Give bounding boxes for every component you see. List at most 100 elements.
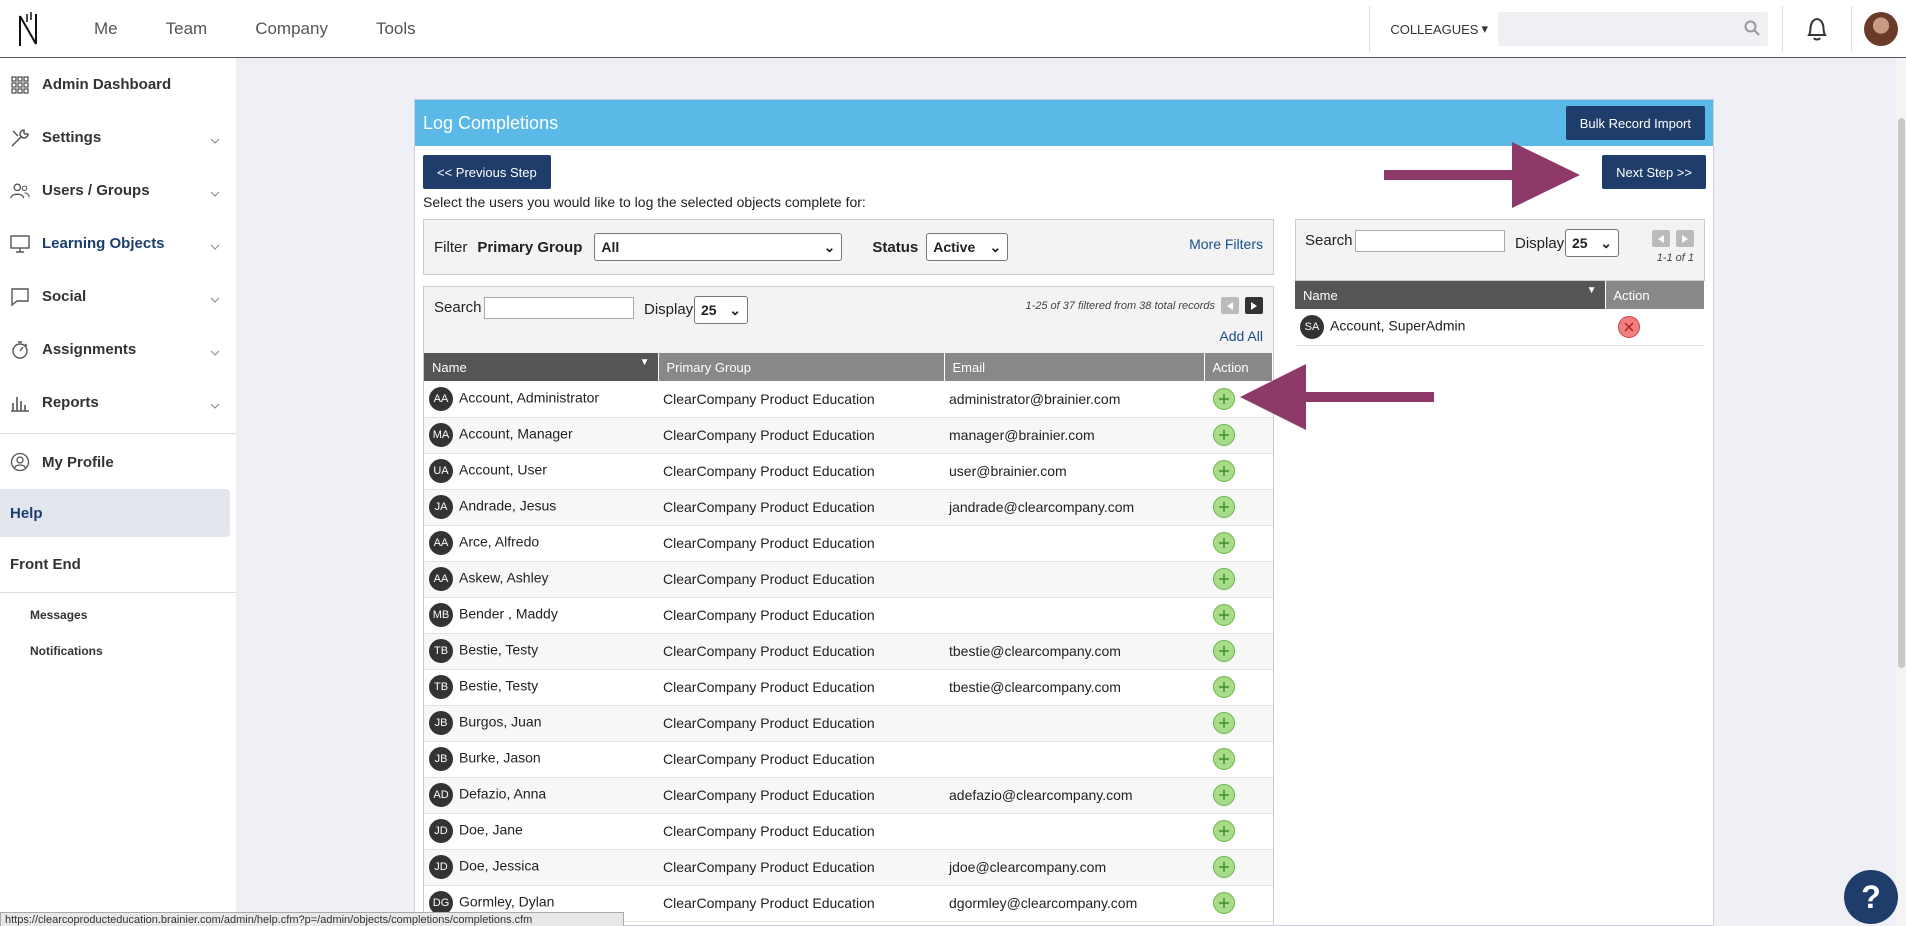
bell-icon: [1807, 17, 1827, 41]
primary-group: ClearCompany Product Education: [663, 427, 875, 443]
plus-icon: [1219, 502, 1229, 512]
colleagues-dropdown[interactable]: COLLEAGUES ▾: [1370, 21, 1498, 37]
bulk-record-import-button[interactable]: Bulk Record Import: [1565, 106, 1705, 140]
primary-group-select[interactable]: All ⌄: [594, 233, 843, 261]
cell-name: JA Andrade, Jesus: [424, 489, 658, 526]
add-user-button[interactable]: [1213, 387, 1235, 410]
cell-primary-group: ClearCompany Product Education: [658, 741, 944, 778]
help-fab-button[interactable]: ?: [1844, 870, 1898, 924]
avatar-initials: MB: [429, 603, 453, 627]
status-select[interactable]: Active ⌄: [926, 233, 1009, 261]
previous-step-button[interactable]: << Previous Step: [423, 155, 551, 189]
column-header-email[interactable]: Email: [944, 353, 1205, 381]
next-page-button[interactable]: [1245, 297, 1263, 314]
available-display-select[interactable]: 25 ⌄: [694, 296, 748, 324]
more-filters-link[interactable]: More Filters: [1189, 236, 1263, 252]
cell-email: jandrade@clearcompany.com: [944, 489, 1204, 526]
sidebar-item-learning-objects[interactable]: Learning Objects: [0, 217, 236, 270]
cell-action: [1204, 813, 1273, 850]
select-arrow-icon: ⌄: [1600, 234, 1612, 251]
sidebar-item-my-profile[interactable]: My Profile: [0, 438, 236, 486]
add-user-button[interactable]: [1213, 892, 1235, 914]
add-user-button[interactable]: [1213, 604, 1235, 626]
sidebar-item-social[interactable]: Social: [0, 270, 236, 323]
user-avatar[interactable]: [1864, 12, 1898, 46]
cell-email: [944, 741, 1204, 778]
cell-name: AA Askew, Ashley: [424, 561, 658, 598]
filter-label: Filter: [434, 238, 468, 256]
primary-group: ClearCompany Product Education: [663, 895, 875, 911]
user-name: Bestie, Testy: [459, 641, 539, 658]
brand-logo[interactable]: [6, 0, 50, 58]
cell-action: [1204, 669, 1273, 706]
add-user-button[interactable]: [1213, 496, 1235, 518]
cell-email: [944, 561, 1204, 598]
column-header-name[interactable]: Name ▼: [424, 353, 659, 381]
nav-company[interactable]: Company: [231, 19, 352, 39]
plus-icon: [1219, 393, 1229, 404]
next-page-button[interactable]: [1676, 230, 1694, 247]
table-toolbar: Search Display 25 ⌄ 1-25 of 37 filtered …: [424, 287, 1273, 353]
cell-primary-group: ClearCompany Product Education: [658, 453, 944, 490]
available-search-input[interactable]: [484, 297, 634, 319]
nav-tools[interactable]: Tools: [352, 19, 440, 39]
sidebar-item-messages[interactable]: Messages: [0, 597, 236, 633]
cell-email: manager@brainier.com: [944, 417, 1204, 454]
profile-icon: [10, 452, 30, 472]
colleagues-label: COLLEAGUES: [1390, 21, 1479, 37]
global-search-input[interactable]: [1498, 12, 1768, 46]
add-user-button[interactable]: [1213, 460, 1235, 482]
cell-email: tbestie@clearcompany.com: [944, 669, 1204, 706]
add-all-link[interactable]: Add All: [1219, 328, 1263, 344]
sidebar-item-assignments[interactable]: Assignments: [0, 323, 236, 376]
sidebar-item-notifications[interactable]: Notifications: [0, 633, 236, 669]
search-icon[interactable]: [1744, 20, 1760, 40]
table-row: JD Doe, Jane ClearCompany Product Educatio…: [424, 813, 1273, 850]
prev-page-button[interactable]: [1652, 230, 1670, 247]
cell-primary-group: ClearCompany Product Education: [658, 417, 944, 454]
add-user-button[interactable]: [1213, 676, 1235, 698]
select-arrow-icon: ⌄: [989, 238, 1002, 255]
add-user-button[interactable]: [1213, 424, 1235, 446]
sidebar-item-settings[interactable]: Settings: [0, 111, 236, 164]
table-row: AA Account, Administrator ClearCompany Pro…: [424, 381, 1273, 418]
table-row: AD Defazio, Anna ClearCompany Product Educ…: [424, 777, 1273, 814]
column-header-name[interactable]: Name ▼: [1295, 281, 1606, 309]
add-user-button[interactable]: [1213, 856, 1235, 878]
scrollbar-thumb[interactable]: [1898, 118, 1905, 668]
sidebar-item-front-end[interactable]: Front End: [0, 540, 236, 588]
sidebar-item-admin-dashboard[interactable]: Admin Dashboard: [0, 58, 236, 111]
add-user-button[interactable]: [1213, 820, 1235, 842]
sidebar-divider: [0, 592, 236, 593]
column-header-primary-group[interactable]: Primary Group: [658, 353, 945, 381]
page-title: Log Completions: [423, 112, 559, 133]
cell-primary-group: ClearCompany Product Education: [658, 561, 944, 598]
table-row: JA Andrade, Jesus ClearCompany Product Edu…: [424, 489, 1273, 526]
primary-group-value: All: [601, 239, 620, 255]
arrow-left-annotation-icon: [1240, 364, 1434, 430]
prev-page-button[interactable]: [1221, 297, 1239, 314]
add-user-button[interactable]: [1213, 784, 1235, 806]
sidebar-item-reports[interactable]: Reports: [0, 376, 236, 429]
cell-action: [1204, 525, 1273, 562]
search-label: Search: [434, 299, 482, 316]
add-user-button[interactable]: [1213, 640, 1235, 662]
table-row: AA Askew, Ashley ClearCompany Product Educ…: [424, 561, 1273, 598]
sidebar-item-help[interactable]: Help: [0, 489, 230, 537]
add-user-button[interactable]: [1213, 748, 1235, 770]
next-step-button[interactable]: Next Step >>: [1602, 155, 1706, 189]
nav-team[interactable]: Team: [142, 19, 232, 39]
primary-group: ClearCompany Product Education: [663, 679, 875, 695]
remove-user-button[interactable]: [1618, 315, 1640, 338]
nav-me[interactable]: Me: [70, 19, 142, 39]
selected-display-select[interactable]: 25 ⌄: [1565, 229, 1619, 257]
add-user-button[interactable]: [1213, 532, 1235, 554]
sidebar-item-users-groups[interactable]: Users / Groups: [0, 164, 236, 217]
notifications-bell-button[interactable]: [1782, 6, 1852, 52]
column-header-label: Primary Group: [666, 359, 752, 375]
email: tbestie@clearcompany.com: [949, 643, 1121, 659]
selected-search-input[interactable]: [1355, 230, 1505, 252]
add-user-button[interactable]: [1213, 712, 1235, 734]
add-user-button[interactable]: [1213, 568, 1235, 590]
page-scrollbar[interactable]: [1896, 58, 1906, 926]
